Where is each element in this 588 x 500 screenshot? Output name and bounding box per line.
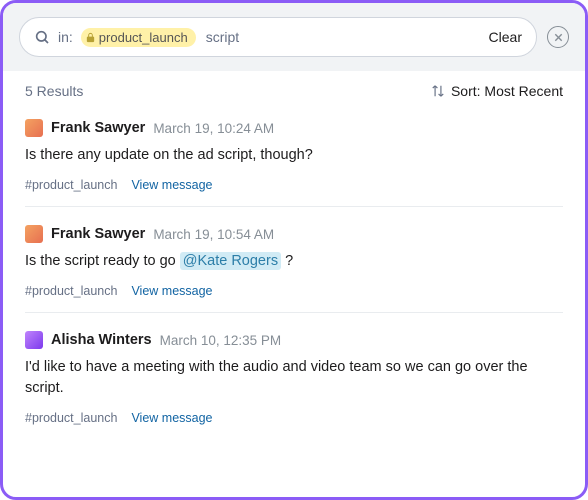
view-message-link[interactable]: View message xyxy=(131,178,212,192)
timestamp: March 19, 10:24 AM xyxy=(153,121,274,136)
channel-token[interactable]: product_launch xyxy=(81,28,196,47)
results-count: 5 Results xyxy=(25,83,83,99)
sort-icon xyxy=(431,84,445,98)
message-text: I'd like to have a meeting with the audi… xyxy=(25,357,563,399)
channel-tag[interactable]: #product_launch xyxy=(25,411,117,425)
result-footer: #product_launch View message xyxy=(25,178,563,192)
author-name: Frank Sawyer xyxy=(51,226,145,242)
result-header: Frank Sawyer March 19, 10:24 AM xyxy=(25,119,563,137)
clear-button[interactable]: Clear xyxy=(489,29,522,45)
message-text: Is the script ready to go @Kate Rogers ? xyxy=(25,251,563,272)
result-footer: #product_launch View message xyxy=(25,411,563,425)
user-mention[interactable]: @Kate Rogers xyxy=(180,252,281,270)
author-name: Frank Sawyer xyxy=(51,120,145,136)
result-footer: #product_launch View message xyxy=(25,284,563,298)
close-icon xyxy=(553,32,564,43)
search-query-text: script xyxy=(204,29,481,45)
lock-icon xyxy=(85,32,96,43)
search-input[interactable]: in: product_launch script Clear xyxy=(19,17,537,57)
view-message-link[interactable]: View message xyxy=(131,284,212,298)
sort-label: Sort: Most Recent xyxy=(451,83,563,99)
result-item: Alisha Winters March 10, 12:35 PM I'd like… xyxy=(25,312,563,439)
result-header: Alisha Winters March 10, 12:35 PM xyxy=(25,331,563,349)
author-name: Alisha Winters xyxy=(51,332,152,348)
avatar xyxy=(25,119,43,137)
close-button[interactable] xyxy=(547,26,569,48)
search-bar-area: in: product_launch script Clear xyxy=(3,3,585,71)
timestamp: March 10, 12:35 PM xyxy=(160,333,282,348)
result-item: Frank Sawyer March 19, 10:24 AM Is there a… xyxy=(25,103,563,206)
result-item: Frank Sawyer March 19, 10:54 AM Is the scr… xyxy=(25,206,563,312)
channel-token-label: product_launch xyxy=(99,30,188,45)
search-results-panel: in: product_launch script Clear 5 Result… xyxy=(0,0,588,500)
channel-tag[interactable]: #product_launch xyxy=(25,178,117,192)
timestamp: March 19, 10:54 AM xyxy=(153,227,274,242)
avatar xyxy=(25,225,43,243)
sort-dropdown[interactable]: Sort: Most Recent xyxy=(431,83,563,99)
search-filter-prefix: in: xyxy=(58,29,73,45)
result-header: Frank Sawyer March 19, 10:54 AM xyxy=(25,225,563,243)
channel-tag[interactable]: #product_launch xyxy=(25,284,117,298)
avatar xyxy=(25,331,43,349)
results-meta: 5 Results Sort: Most Recent xyxy=(3,71,585,103)
message-text: Is there any update on the ad script, th… xyxy=(25,145,563,166)
results-list: Frank Sawyer March 19, 10:24 AM Is there a… xyxy=(3,103,585,439)
view-message-link[interactable]: View message xyxy=(131,411,212,425)
search-icon xyxy=(34,29,50,45)
